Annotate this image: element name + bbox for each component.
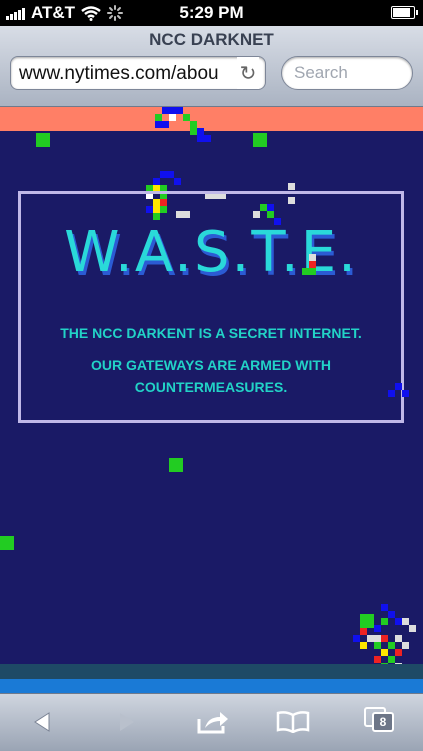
share-button[interactable] [193, 706, 233, 738]
share-icon [197, 712, 228, 734]
battery-icon [391, 6, 418, 19]
search-field[interactable]: Search [281, 56, 413, 90]
green-pixel [36, 133, 50, 147]
status-bar: AT&T 5:29 PM [0, 0, 423, 26]
back-button[interactable] [22, 706, 62, 738]
gateways-text-line1: OUR GATEWAYS ARE ARMED WITH [90, 357, 332, 373]
web-content: W.A.S.T.E. W.A.S.T.E. THE NCC DARKENT IS… [0, 107, 423, 693]
info-panel: W.A.S.T.E. W.A.S.T.E. THE NCC DARKENT IS… [18, 191, 404, 423]
forward-arrow-icon [120, 713, 134, 731]
top-banner [0, 107, 423, 131]
clock: 5:29 PM [179, 3, 244, 22]
search-placeholder: Search [294, 63, 348, 82]
bookmarks-button[interactable] [273, 706, 313, 738]
address-bar[interactable]: www.nytimes.com/abou ↻ [10, 56, 266, 90]
forward-button[interactable] [107, 706, 147, 738]
green-pixel [253, 133, 267, 147]
browser-header: NCC DARKNET www.nytimes.com/abou ↻ Searc… [0, 26, 423, 107]
book-icon [276, 711, 310, 733]
bottom-strip-dark [0, 664, 423, 679]
secret-internet-text: THE NCC DARKENT IS A SECRET INTERNET. [60, 325, 362, 341]
url-text: www.nytimes.com/abou [19, 63, 219, 84]
waste-logo: W.A.S.T.E. [64, 220, 358, 285]
page-title: NCC DARKNET [149, 30, 274, 49]
gateways-text-line2: COUNTERMEASURES. [134, 379, 288, 395]
reload-icon[interactable]: ↻ [237, 57, 259, 89]
back-arrow-icon [34, 712, 50, 732]
bottom-strip-blue [0, 679, 423, 693]
tab-count: 8 [372, 712, 394, 732]
browser-toolbar: 8 [0, 693, 423, 751]
green-pixel [0, 536, 14, 550]
green-pixel [169, 458, 183, 472]
